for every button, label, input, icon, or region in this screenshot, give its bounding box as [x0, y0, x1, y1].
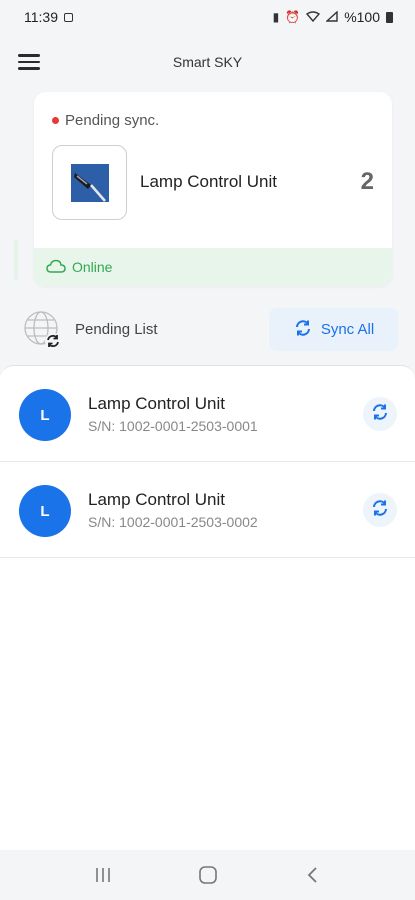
wifi-icon	[306, 10, 321, 24]
cloud-icon	[46, 259, 66, 276]
lamp-image-icon	[70, 163, 109, 202]
pending-list-title: Pending List	[75, 321, 158, 338]
sync-icon	[370, 402, 390, 427]
battery-saver-icon: ▮	[272, 10, 280, 24]
item-title: Lamp Control Unit	[88, 394, 226, 413]
red-status-dot	[52, 117, 59, 124]
device-card[interactable]: Pending sync. Lamp Control Unit 2 Online	[34, 92, 392, 286]
system-nav-bar	[0, 850, 415, 900]
item-serial: S/N: 1002-0001-2503-0002	[88, 514, 258, 530]
list-item[interactable]: L Lamp Control Unit S/N: 1002-0001-2503-…	[0, 462, 415, 558]
image-icon	[64, 12, 73, 22]
sync-all-label: Sync All	[320, 321, 375, 338]
alarm-icon: ⏰	[285, 10, 301, 24]
sync-all-button[interactable]: Sync All	[269, 308, 398, 351]
avatar: L	[19, 389, 71, 441]
device-count: 2	[360, 168, 374, 195]
sync-icon	[370, 498, 390, 523]
device-name: Lamp Control Unit	[140, 172, 278, 191]
item-sync-button[interactable]	[363, 493, 397, 527]
adjacent-card-peek	[14, 240, 18, 280]
battery-icon	[386, 11, 393, 23]
status-right: ▮ ⏰ %100	[273, 9, 393, 25]
online-label: Online	[72, 259, 113, 275]
battery-percentage: %100	[344, 9, 380, 25]
online-status-bar: Online	[34, 248, 392, 286]
device-thumbnail	[52, 145, 127, 220]
status-time: 11:39	[24, 9, 58, 25]
pending-sync-label: Pending sync.	[65, 112, 160, 129]
item-serial: S/N: 1002-0001-2503-0001	[88, 418, 258, 434]
back-icon[interactable]	[293, 855, 333, 895]
item-sync-button[interactable]	[363, 397, 397, 431]
recent-apps-icon[interactable]	[83, 855, 123, 895]
app-title: Smart SKY	[172, 54, 243, 70]
status-bar: 11:39 ▮ ⏰ %100	[0, 0, 415, 34]
avatar: L	[19, 485, 71, 537]
app-header: Smart SKY	[0, 40, 415, 84]
home-icon[interactable]	[188, 855, 228, 895]
pending-list: L Lamp Control Unit S/N: 1002-0001-2503-…	[0, 365, 415, 850]
list-item[interactable]: L Lamp Control Unit S/N: 1002-0001-2503-…	[0, 366, 415, 462]
globe-sync-icon	[22, 309, 64, 351]
pending-sync-status: Pending sync.	[52, 112, 159, 129]
signal-icon	[325, 9, 338, 24]
status-left: 11:39	[24, 9, 73, 25]
item-title: Lamp Control Unit	[88, 490, 226, 509]
sync-icon	[293, 318, 313, 342]
